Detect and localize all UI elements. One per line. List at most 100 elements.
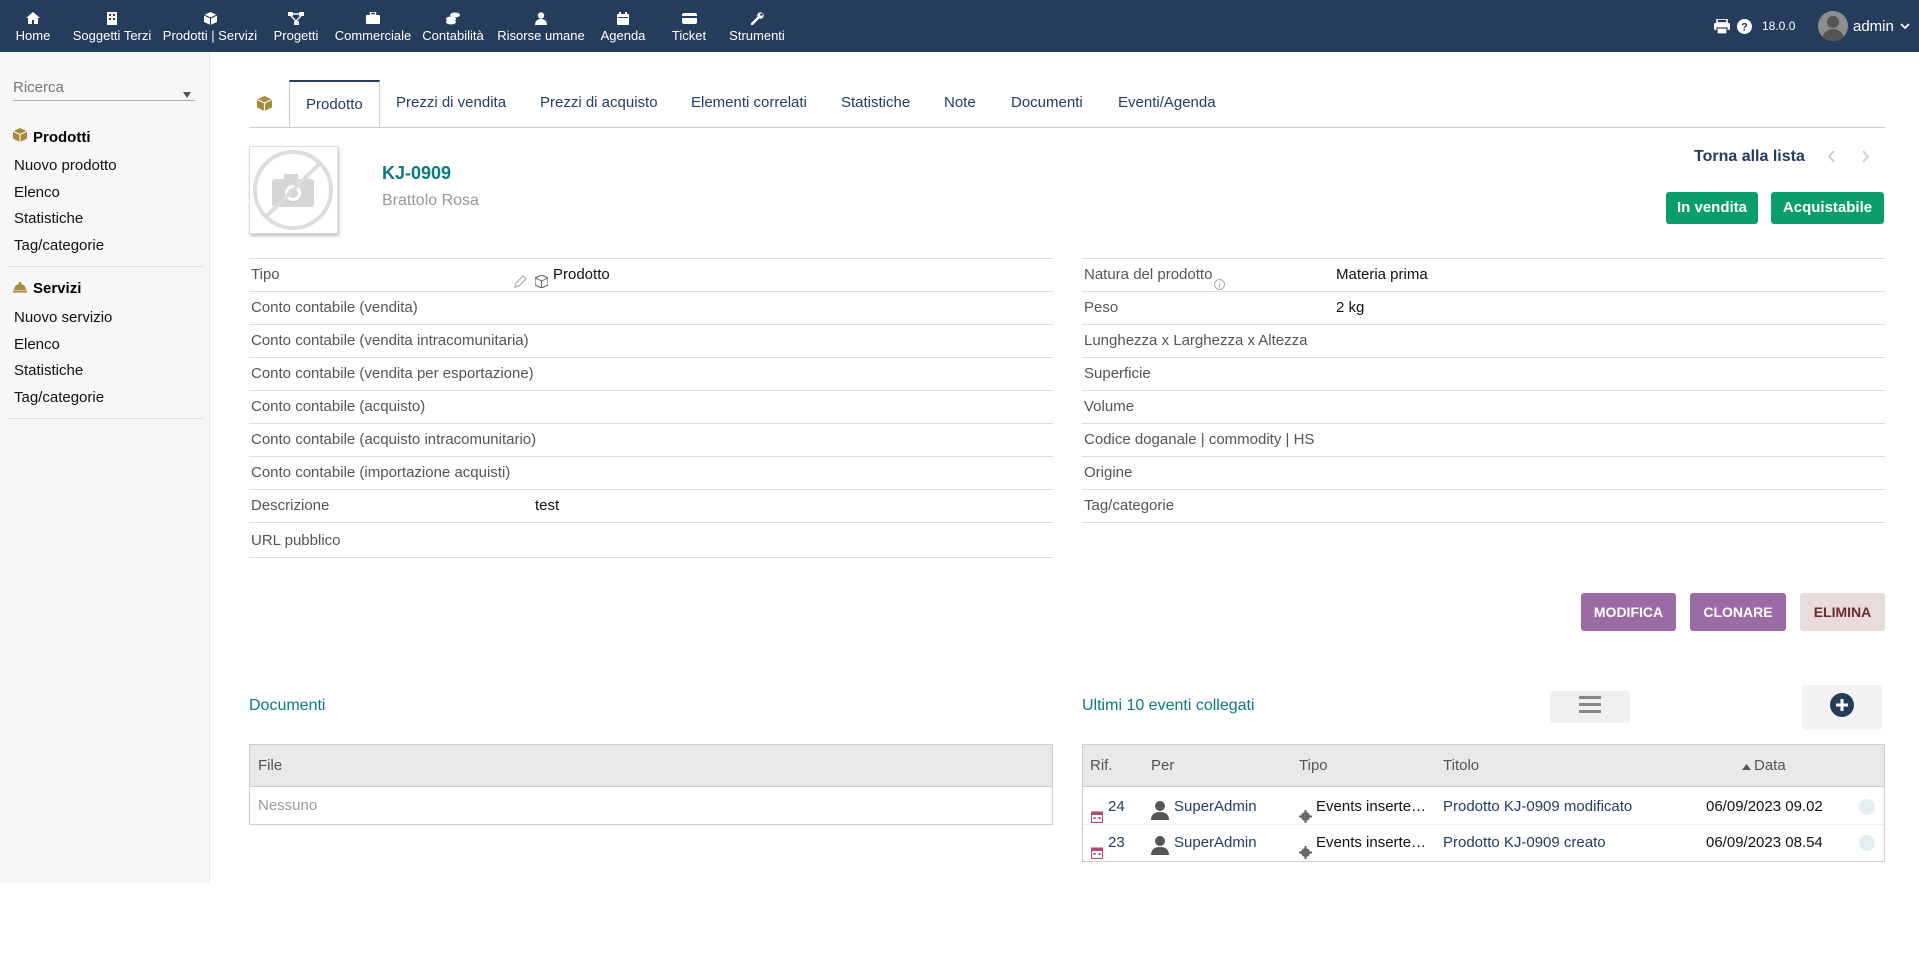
list-view-button[interactable]	[1550, 691, 1630, 723]
version-label: 18.0.0	[1762, 19, 1796, 33]
cube-icon	[256, 94, 273, 111]
field-row: Conto contabile (acquisto intracomunitar…	[249, 424, 1053, 457]
sidebar-item-tag-categorie[interactable]: Tag/categorie	[14, 237, 104, 254]
nav-risorse-umane[interactable]: Risorse umane	[494, 0, 588, 52]
modify-button[interactable]: MODIFICA	[1581, 593, 1676, 631]
tab-prodotto[interactable]: Prodotto	[289, 80, 380, 127]
event-date: 06/09/2023 09.02	[1706, 798, 1823, 815]
status-dot	[1859, 799, 1875, 815]
field-label: URL pubblico	[251, 532, 341, 549]
field-row-descrizione: Descrizione test	[249, 490, 1053, 523]
table-header: File	[250, 745, 1052, 787]
nav-soggetti-terzi[interactable]: Soggetti Terzi	[70, 0, 154, 52]
tab-prezzi-acquisto[interactable]: Prezzi di acquisto	[524, 80, 674, 127]
sidebar-item-statistiche[interactable]: Statistiche	[14, 210, 83, 227]
product-label: Brattolo Rosa	[382, 192, 479, 209]
sidebar-group-prodotti[interactable]: Prodotti	[12, 128, 91, 146]
sidebar-item-statistiche[interactable]: Statistiche	[14, 362, 83, 379]
nav-label: Soggetti Terzi	[72, 28, 152, 43]
user-menu[interactable]: admin	[1818, 0, 1910, 52]
tab-elementi-correlati[interactable]: Elementi correlati	[675, 80, 823, 127]
tab-product-icon[interactable]	[249, 80, 280, 127]
delete-button[interactable]: ELIMINA	[1800, 593, 1885, 631]
no-photo-icon	[253, 150, 333, 230]
event-user-link[interactable]: SuperAdmin	[1174, 788, 1257, 825]
field-row: Conto contabile (vendita intracomunitari…	[249, 325, 1053, 358]
username: admin	[1853, 17, 1894, 35]
tab-eventi-agenda[interactable]: Eventi/Agenda	[1102, 80, 1232, 127]
field-value: Prodotto	[553, 266, 610, 283]
nav-label: Ticket	[671, 28, 707, 43]
sidebar-item-nuovo-servizio[interactable]: Nuovo servizio	[14, 309, 112, 326]
status-badge-in-vendita: In vendita	[1666, 192, 1758, 224]
nav-label: Strumenti	[729, 28, 785, 43]
empty-text: Nessuno	[258, 797, 318, 814]
event-type: Events inserte…	[1316, 834, 1427, 851]
field-value: Materia prima	[1336, 266, 1428, 283]
nav-strumenti[interactable]: Strumenti	[724, 0, 790, 52]
event-ref-link[interactable]: 23	[1108, 825, 1125, 861]
next-record-icon[interactable]	[1862, 150, 1870, 168]
gear-icon	[1299, 837, 1312, 873]
sidebar-group-servizi[interactable]: Servizi	[13, 280, 81, 297]
add-event-button[interactable]	[1802, 685, 1882, 730]
sidebar-item-elenco[interactable]: Elenco	[14, 336, 60, 353]
empty-row: Nessuno	[250, 787, 1052, 824]
column-header[interactable]: Titolo	[1443, 745, 1479, 787]
dropdown-arrow-icon	[183, 85, 191, 102]
nav-prodotti-servizi[interactable]: Prodotti | Servizi	[160, 0, 260, 52]
nav-label: Risorse umane	[497, 28, 585, 43]
tab-documenti[interactable]: Documenti	[995, 80, 1099, 127]
user-icon	[535, 11, 547, 25]
event-user-link[interactable]: SuperAdmin	[1174, 825, 1257, 861]
nav-ticket[interactable]: Ticket	[664, 0, 714, 52]
print-icon[interactable]	[1714, 0, 1730, 52]
nav-home[interactable]: Home	[13, 0, 53, 52]
nav-label: Commerciale	[334, 28, 412, 43]
field-row: Codice doganale | commodity | HS	[1082, 424, 1885, 457]
event-type: Events inserte…	[1316, 798, 1427, 815]
clone-button[interactable]: CLONARE	[1690, 593, 1786, 631]
events-table: Rif. Per Tipo Titolo Data 24 SuperAdmin …	[1082, 744, 1885, 862]
nav-contabilita[interactable]: Contabilità	[420, 0, 486, 52]
tab-prezzi-vendita[interactable]: Prezzi di vendita	[380, 80, 522, 127]
table-row[interactable]: 24 SuperAdmin Events inserte… Prodotto K…	[1083, 788, 1884, 825]
field-row: URL pubblico	[249, 524, 1053, 558]
field-label: Volume	[1084, 398, 1135, 415]
table-row[interactable]: 23 SuperAdmin Events inserte… Prodotto K…	[1083, 825, 1884, 861]
field-label: Conto contabile (importazione acquisti)	[251, 464, 511, 481]
sidebar-group-title: Prodotti	[33, 128, 91, 146]
home-icon	[26, 11, 40, 25]
sidebar-item-tag-categorie[interactable]: Tag/categorie	[14, 389, 104, 406]
sidebar-item-nuovo-prodotto[interactable]: Nuovo prodotto	[14, 157, 117, 174]
search-input[interactable]: Ricerca	[13, 79, 195, 101]
field-row: Conto contabile (importazione acquisti)	[249, 457, 1053, 490]
nav-agenda[interactable]: Agenda	[596, 0, 650, 52]
table-header: Rif. Per Tipo Titolo Data	[1083, 745, 1884, 787]
field-label: Natura del prodotto	[1084, 266, 1213, 283]
event-title-link[interactable]: Prodotto KJ-0909 creato	[1443, 825, 1606, 861]
column-header[interactable]: Tipo	[1299, 745, 1328, 787]
prev-record-icon[interactable]	[1827, 150, 1835, 168]
wrench-icon	[750, 11, 764, 25]
nav-label: Contabilità	[422, 28, 484, 43]
sidebar-item-elenco[interactable]: Elenco	[14, 184, 60, 201]
nav-progetti[interactable]: Progetti	[268, 0, 324, 52]
nav-commerciale[interactable]: Commerciale	[332, 0, 414, 52]
field-row-peso: Peso 2 kg	[1082, 292, 1885, 325]
svg-text:?: ?	[1741, 21, 1748, 33]
column-header[interactable]: Data	[1754, 745, 1786, 787]
tab-statistiche[interactable]: Statistiche	[825, 80, 926, 127]
sidebar-divider	[8, 266, 203, 267]
tab-note[interactable]: Note	[928, 80, 992, 127]
sort-asc-icon[interactable]	[1742, 745, 1751, 787]
column-header[interactable]: Per	[1151, 745, 1174, 787]
event-ref-link[interactable]: 24	[1108, 788, 1125, 825]
back-to-list-link[interactable]: Torna alla lista	[1694, 148, 1805, 166]
help-icon[interactable]: ?	[1737, 0, 1752, 52]
event-title-link[interactable]: Prodotto KJ-0909 modificato	[1443, 788, 1632, 825]
product-photo[interactable]	[249, 146, 338, 234]
user-avatar-icon	[1151, 833, 1169, 869]
column-header[interactable]: Rif.	[1090, 745, 1113, 787]
field-value: test	[535, 497, 560, 514]
